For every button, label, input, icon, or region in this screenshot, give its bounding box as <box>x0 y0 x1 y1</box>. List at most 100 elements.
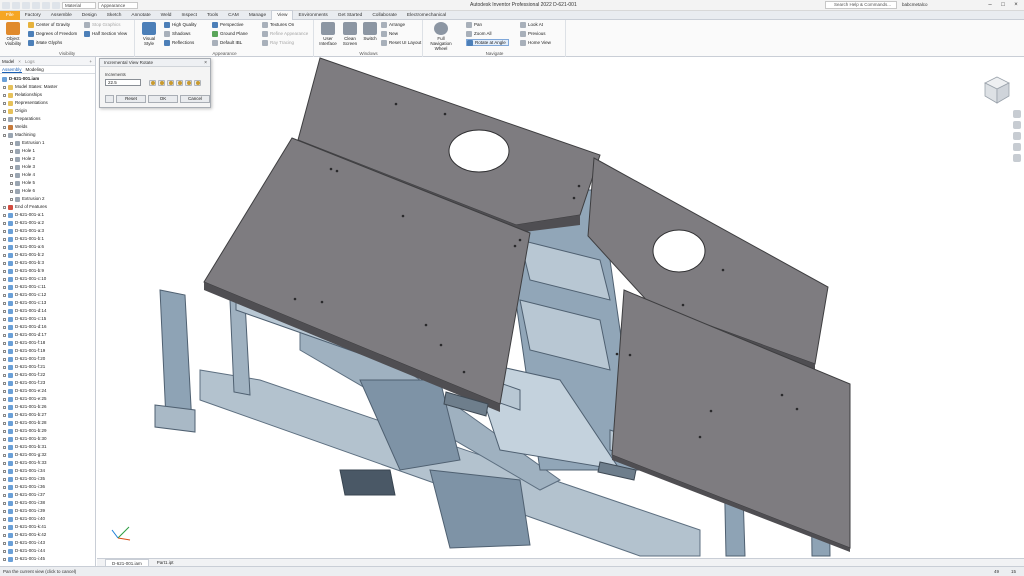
tree-item[interactable]: D-621-001-k:41 <box>0 523 95 531</box>
tree-item[interactable]: Machining <box>0 131 95 139</box>
new-icon[interactable] <box>12 2 20 9</box>
tree-item[interactable]: Preparations <box>0 115 95 123</box>
tree-item[interactable]: D-621-001-b:28 <box>0 419 95 427</box>
tree-item[interactable]: D-621-001-i:36 <box>0 483 95 491</box>
tree-item[interactable]: D-621-001-c:13 <box>0 299 95 307</box>
new-window-button[interactable]: New <box>381 30 398 37</box>
subtab-assembly[interactable]: Assembly <box>2 67 22 73</box>
save-icon[interactable] <box>32 2 40 9</box>
tree-item[interactable]: D-621-001-a:1 <box>0 211 95 219</box>
graphics-viewport[interactable] <box>97 57 1024 558</box>
expand-icon[interactable] <box>3 349 6 353</box>
visual-style-button[interactable]: Visual Style <box>138 22 160 46</box>
tab-environments[interactable]: Environments <box>293 11 332 20</box>
expand-icon[interactable] <box>3 237 6 241</box>
tree-item[interactable]: Hole 1 <box>0 147 95 155</box>
reflections-button[interactable]: Reflections <box>164 39 194 46</box>
tab-get-started[interactable]: Get Started <box>333 11 368 20</box>
expand-icon[interactable] <box>3 213 6 217</box>
expand-icon[interactable] <box>3 525 6 529</box>
expand-icon[interactable] <box>10 181 13 185</box>
expand-icon[interactable] <box>3 293 6 297</box>
tree-item[interactable]: Relationships <box>0 91 95 99</box>
expand-icon[interactable] <box>3 333 6 337</box>
degrees-of-freedom-button[interactable]: Degrees of Freedom <box>28 30 77 37</box>
tab-cam[interactable]: CAM <box>223 11 244 20</box>
expand-icon[interactable] <box>3 429 6 433</box>
user-name[interactable]: babcmetalco <box>902 2 928 7</box>
user-interface-button[interactable]: User Interface <box>317 22 339 46</box>
imate-glyphs-button[interactable]: iMate Glyphs <box>28 39 62 46</box>
tab-sketch[interactable]: Sketch <box>102 11 127 20</box>
tab-tools[interactable]: Tools <box>202 11 223 20</box>
clean-screen-button[interactable]: Clean Screen <box>339 22 361 46</box>
expand-icon[interactable] <box>3 381 6 385</box>
rotate-left-icon[interactable] <box>149 80 156 86</box>
expand-icon[interactable] <box>10 189 13 193</box>
center-of-gravity-button[interactable]: Center of Gravity <box>28 21 70 28</box>
browser-tab-model[interactable]: Model <box>2 59 14 64</box>
rotate-up-icon[interactable] <box>167 80 174 86</box>
tree-item[interactable]: D-621-001-f:19 <box>0 347 95 355</box>
expand-icon[interactable] <box>3 245 6 249</box>
tree-item[interactable]: D-621-001-f:23 <box>0 379 95 387</box>
look-at-button[interactable]: Look At <box>520 21 543 28</box>
expand-icon[interactable] <box>3 501 6 505</box>
steering-wheel-icon[interactable] <box>1012 110 1021 118</box>
tree-item[interactable]: D-621-001-a:3 <box>0 227 95 235</box>
rotate-ccw-icon[interactable] <box>194 80 201 86</box>
textures-on-button[interactable]: Textures On <box>262 21 294 28</box>
expand-icon[interactable] <box>3 373 6 377</box>
tree-item[interactable]: D-621-001-i:39 <box>0 507 95 515</box>
tree-item[interactable]: D-621-001-e:24 <box>0 387 95 395</box>
expand-icon[interactable] <box>10 141 13 145</box>
expand-icon[interactable] <box>3 357 6 361</box>
expand-icon[interactable] <box>3 109 6 113</box>
previous-view-button[interactable]: Previous <box>520 30 546 37</box>
tree-item[interactable]: Hole 3 <box>0 163 95 171</box>
ok-button[interactable]: OK <box>148 95 178 103</box>
redo-icon[interactable] <box>52 2 60 9</box>
expand-icon[interactable] <box>3 301 6 305</box>
document-tab[interactable]: Part1.ipt <box>151 559 180 566</box>
dialog-help-icon[interactable] <box>105 95 114 103</box>
tree-item[interactable]: End of Features <box>0 203 95 211</box>
tree-item[interactable]: D-621-001-h:33 <box>0 459 95 467</box>
expand-icon[interactable] <box>3 397 6 401</box>
expand-icon[interactable] <box>10 157 13 161</box>
expand-icon[interactable] <box>3 133 6 137</box>
rotate-cw-icon[interactable] <box>185 80 192 86</box>
pan-button[interactable]: Pan <box>466 21 482 28</box>
tree-item[interactable]: D-621-001-b:31 <box>0 443 95 451</box>
tree-item[interactable]: D-621-001-d:17 <box>0 331 95 339</box>
tree-item[interactable]: Representations <box>0 99 95 107</box>
default-ibl-select[interactable]: Default IBL <box>212 39 242 46</box>
object-visibility-button[interactable]: Object Visibility <box>2 22 24 46</box>
expand-icon[interactable] <box>3 93 6 97</box>
full-navigation-wheel-button[interactable]: Full Navigation Wheel <box>427 22 455 51</box>
expand-icon[interactable] <box>10 149 13 153</box>
tab-assemble[interactable]: Assemble <box>46 11 77 20</box>
zoom-all-button[interactable]: Zoom All <box>466 30 492 37</box>
expand-icon[interactable] <box>3 557 6 561</box>
reset-button[interactable]: Reset <box>116 95 146 103</box>
tree-item[interactable]: D-621-001-g:32 <box>0 451 95 459</box>
expand-icon[interactable] <box>3 485 6 489</box>
switch-button[interactable]: Switch <box>359 22 381 41</box>
tree-item[interactable]: D-621-001-c:15 <box>0 315 95 323</box>
tree-item[interactable]: Hole 6 <box>0 187 95 195</box>
high-quality-button[interactable]: High Quality <box>164 21 197 28</box>
tree-item[interactable]: D-621-001-f:22 <box>0 371 95 379</box>
expand-icon[interactable] <box>3 125 6 129</box>
expand-icon[interactable] <box>3 261 6 265</box>
increments-input[interactable]: 22.5 <box>105 79 141 86</box>
expand-icon[interactable] <box>3 469 6 473</box>
expand-icon[interactable] <box>3 405 6 409</box>
reset-ui-layout-button[interactable]: Reset UI Layout <box>381 39 421 46</box>
expand-icon[interactable] <box>3 269 6 273</box>
dialog-close-icon[interactable]: × <box>204 59 207 67</box>
subtab-modeling[interactable]: Modeling <box>26 67 44 72</box>
undo-icon[interactable] <box>42 2 50 9</box>
expand-icon[interactable] <box>3 277 6 281</box>
expand-icon[interactable] <box>3 445 6 449</box>
